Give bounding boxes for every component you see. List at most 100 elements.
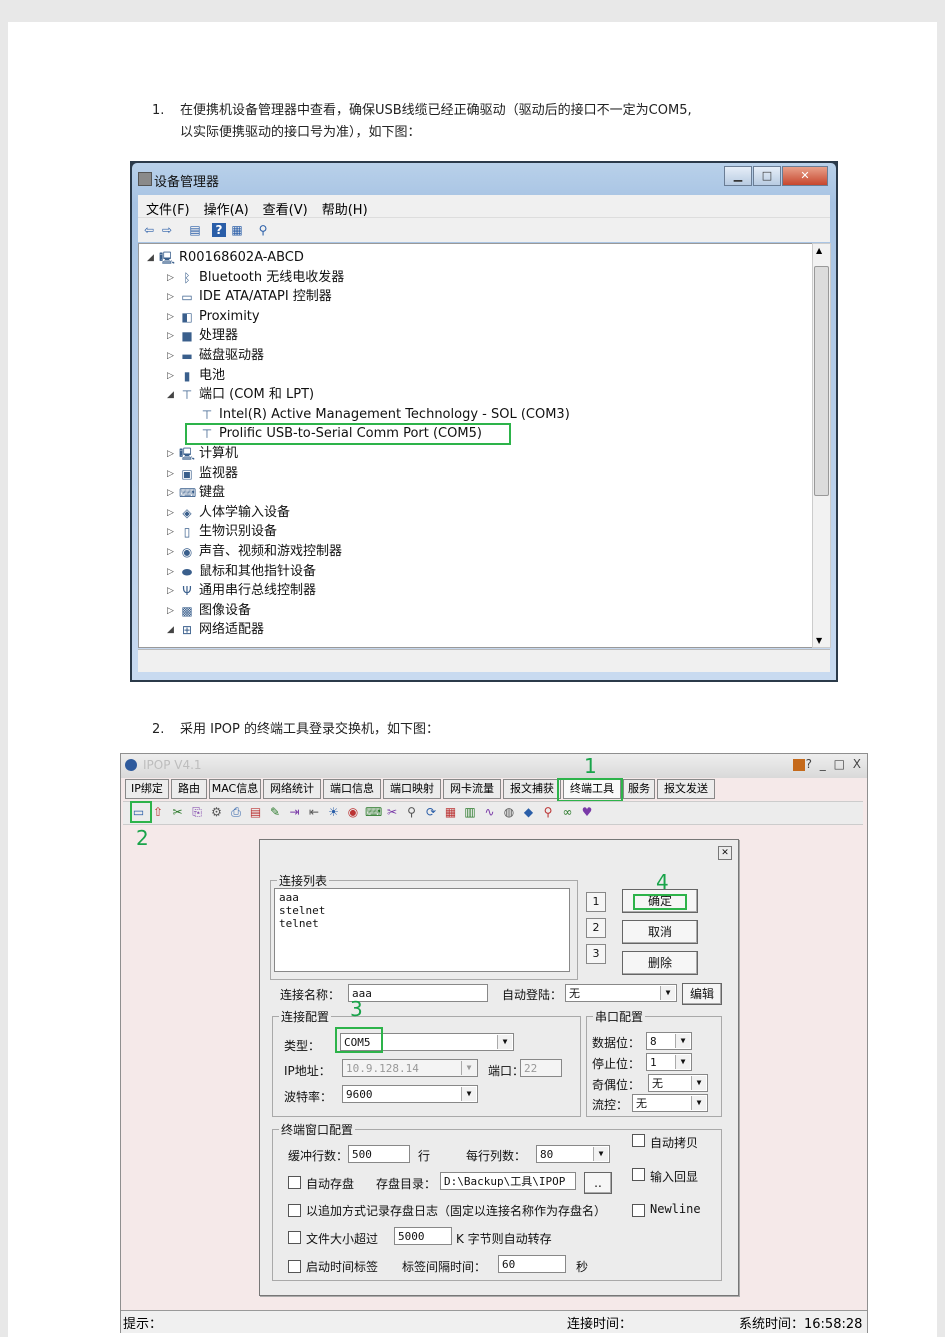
zoom-icon[interactable]: ⚲ xyxy=(404,805,419,820)
grid-icon[interactable]: ▦ xyxy=(443,805,458,820)
upload-icon[interactable]: ⇧ xyxy=(151,805,166,820)
list-item[interactable]: aaa xyxy=(279,891,565,904)
chevron-down-icon[interactable]: ▼ xyxy=(461,1061,476,1075)
expand-arrow-icon[interactable]: ▷ xyxy=(167,522,174,542)
refresh-icon[interactable]: ⟳ xyxy=(424,805,439,820)
chevron-down-icon[interactable]: ▼ xyxy=(691,1096,706,1110)
stop-bits-select[interactable]: 1 ▼ xyxy=(646,1053,692,1071)
back-icon[interactable]: ⇦ xyxy=(142,223,156,237)
tab-ip-binding[interactable]: IP绑定 xyxy=(125,779,169,799)
scan-hardware-icon[interactable]: ⚲ xyxy=(256,223,270,237)
expand-arrow-icon[interactable]: ▷ xyxy=(167,601,174,621)
expand-arrow-icon[interactable]: ▷ xyxy=(167,542,174,562)
delete-button[interactable]: 删除 xyxy=(622,951,698,975)
cut-icon[interactable]: ✂ xyxy=(170,805,185,820)
collapse-arrow-icon[interactable]: ◢ xyxy=(167,620,174,640)
connection-name-field[interactable]: aaa xyxy=(348,984,488,1002)
menu-action[interactable]: 操作(A) xyxy=(196,195,255,218)
scroll-thumb[interactable] xyxy=(814,266,829,496)
tab-route[interactable]: 路由 xyxy=(171,779,207,799)
file-size-field[interactable]: 5000 xyxy=(394,1227,452,1245)
scroll-down-icon[interactable]: ▼ xyxy=(816,636,822,645)
collapse-arrow-icon[interactable]: ◢ xyxy=(147,248,154,268)
browse-button[interactable]: .. xyxy=(584,1172,612,1194)
tab-mac[interactable]: MAC信息 xyxy=(209,779,261,799)
timestamp-checkbox[interactable] xyxy=(288,1260,301,1273)
chevron-down-icon[interactable]: ▼ xyxy=(660,986,675,1000)
edit-button[interactable]: 编辑 xyxy=(682,983,722,1005)
heart-icon[interactable]: ♥ xyxy=(580,805,595,820)
interval-field[interactable]: 60 xyxy=(498,1255,566,1273)
expand-arrow-icon[interactable]: ▷ xyxy=(167,268,174,288)
search-icon[interactable]: ⚲ xyxy=(541,805,556,820)
globe-icon[interactable]: ◍ xyxy=(502,805,517,820)
copy-icon[interactable]: ⎘ xyxy=(190,805,205,820)
chart-icon[interactable]: ▥ xyxy=(463,805,478,820)
tab-port-map[interactable]: 端口映射 xyxy=(383,779,441,799)
chevron-down-icon[interactable]: ▼ xyxy=(461,1087,476,1101)
scissors-icon[interactable]: ✂ xyxy=(385,805,400,820)
record-icon[interactable]: ◉ xyxy=(346,805,361,820)
parity-select[interactable]: 无 ▼ xyxy=(648,1074,708,1092)
chevron-down-icon[interactable]: ▼ xyxy=(675,1034,690,1048)
print-icon[interactable]: ⎙ xyxy=(229,805,244,820)
expand-arrow-icon[interactable]: ▷ xyxy=(167,444,174,464)
newline-checkbox[interactable] xyxy=(632,1204,645,1217)
tab-nic-traffic[interactable]: 网卡流量 xyxy=(443,779,501,799)
list-item[interactable]: telnet xyxy=(279,917,565,930)
expand-arrow-icon[interactable]: ▷ xyxy=(167,366,174,386)
connection-list[interactable]: aaa stelnet telnet xyxy=(274,888,570,972)
close-button[interactable]: ✕ xyxy=(782,166,828,186)
window-icon[interactable]: ▤ xyxy=(248,805,263,820)
echo-checkbox[interactable] xyxy=(632,1168,645,1181)
columns-select[interactable]: 80 ▼ xyxy=(536,1145,610,1163)
tab-packet-capture[interactable]: 报文捕获 xyxy=(503,779,561,799)
dialog-close-icon[interactable]: ✕ xyxy=(718,846,732,860)
baud-rate-select[interactable]: 9600 ▼ xyxy=(342,1085,478,1103)
maximize-button[interactable]: □ xyxy=(753,166,781,186)
save-dir-field[interactable]: D:\Backup\工具\IPOP xyxy=(440,1172,576,1190)
expand-arrow-icon[interactable]: ▷ xyxy=(167,503,174,523)
view-icon[interactable]: ▦ xyxy=(230,223,244,237)
chevron-down-icon[interactable]: ▼ xyxy=(675,1055,690,1069)
tool-icon[interactable]: ✎ xyxy=(268,805,283,820)
minimize-button[interactable]: ▁ xyxy=(724,166,752,186)
list-button-1[interactable]: 1 xyxy=(586,892,606,912)
tab-net-stats[interactable]: 网络统计 xyxy=(263,779,321,799)
expand-arrow-icon[interactable]: ▷ xyxy=(167,464,174,484)
list-item[interactable]: stelnet xyxy=(279,904,565,917)
chevron-down-icon[interactable]: ▼ xyxy=(691,1076,706,1090)
expand-arrow-icon[interactable]: ▷ xyxy=(167,326,174,346)
menu-view[interactable]: 查看(V) xyxy=(255,195,314,218)
chevron-down-icon[interactable]: ▼ xyxy=(593,1147,608,1161)
expand-arrow-icon[interactable]: ▷ xyxy=(167,346,174,366)
properties-icon[interactable]: ▤ xyxy=(188,223,202,237)
expand-arrow-icon[interactable]: ▷ xyxy=(167,562,174,582)
expand-arrow-icon[interactable]: ▷ xyxy=(167,581,174,601)
help-icon[interactable]: ? xyxy=(212,223,226,237)
scroll-up-icon[interactable]: ▲ xyxy=(816,246,822,255)
keyboard-icon[interactable]: ⌨ xyxy=(365,805,382,820)
vertical-scrollbar[interactable]: ▲ ▼ xyxy=(812,243,831,648)
settings-icon[interactable]: ⚙ xyxy=(209,805,224,820)
data-bits-select[interactable]: 8 ▼ xyxy=(646,1032,692,1050)
sun-icon[interactable]: ☀ xyxy=(326,805,341,820)
tab-port-info[interactable]: 端口信息 xyxy=(323,779,381,799)
diamond-icon[interactable]: ◆ xyxy=(521,805,536,820)
graph-icon[interactable]: ∿ xyxy=(482,805,497,820)
collapse-arrow-icon[interactable]: ◢ xyxy=(167,385,174,405)
expand-arrow-icon[interactable]: ▷ xyxy=(167,287,174,307)
cancel-button[interactable]: 取消 xyxy=(622,920,698,944)
menu-help[interactable]: 帮助(H) xyxy=(314,195,374,218)
import-icon[interactable]: ⇤ xyxy=(307,805,322,820)
flow-control-select[interactable]: 无 ▼ xyxy=(632,1094,708,1112)
export-icon[interactable]: ⇥ xyxy=(287,805,302,820)
auto-login-select[interactable]: 无 ▼ xyxy=(565,984,677,1002)
list-button-3[interactable]: 3 xyxy=(586,944,606,964)
link-icon[interactable]: ∞ xyxy=(560,805,575,820)
auto-save-checkbox[interactable] xyxy=(288,1176,301,1189)
auto-copy-checkbox[interactable] xyxy=(632,1134,645,1147)
port-field[interactable]: 22 xyxy=(520,1059,562,1077)
file-size-checkbox[interactable] xyxy=(288,1231,301,1244)
tab-packet-send[interactable]: 报文发送 xyxy=(657,779,715,799)
